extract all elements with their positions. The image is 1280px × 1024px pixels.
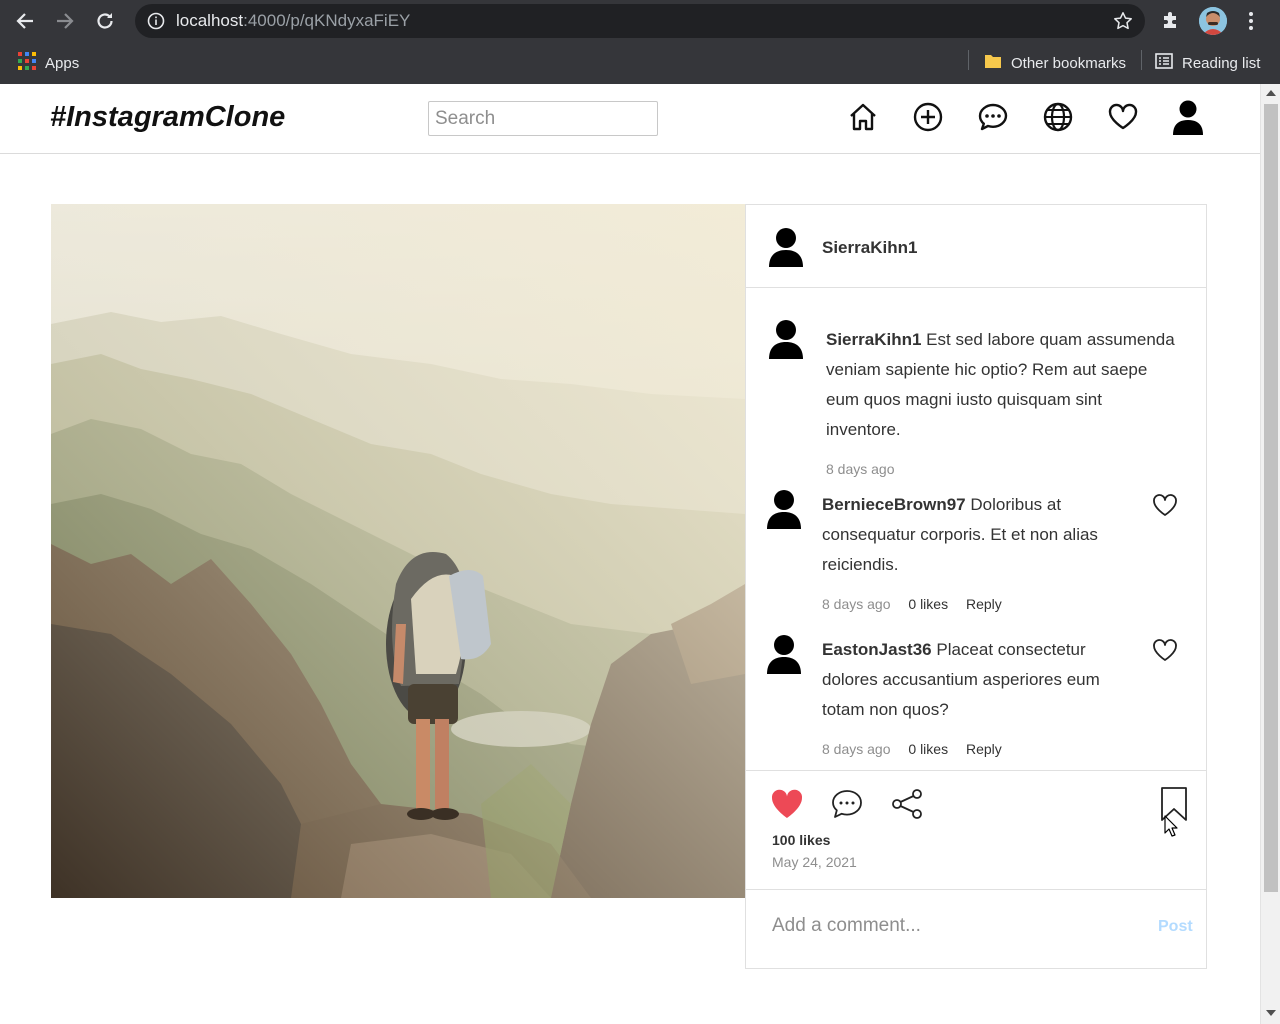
comment-time: 8 days ago (822, 741, 891, 757)
reload-icon[interactable] (92, 8, 118, 34)
profile-avatar[interactable] (1199, 7, 1227, 35)
like-heart-icon[interactable] (769, 787, 805, 821)
comment-username[interactable]: EastonJast36 (822, 640, 932, 659)
caption-meta: 8 days ago (826, 461, 909, 477)
url-path: :4000/p/qKNdyxaFiEY (243, 11, 411, 30)
search-input[interactable] (428, 101, 658, 136)
comment-likes[interactable]: 0 likes (908, 596, 948, 612)
share-icon[interactable] (889, 787, 925, 821)
reading-list-icon (1155, 52, 1173, 74)
scroll-down-arrow-icon[interactable] (1266, 1010, 1276, 1016)
bookmark-reading-list[interactable]: Reading list (1155, 52, 1260, 74)
bookmark-other[interactable]: Other bookmarks (984, 52, 1126, 74)
post-actions: 100 likes May 24, 2021 (746, 770, 1206, 890)
folder-icon (984, 52, 1002, 74)
caption-avatar-icon[interactable] (768, 319, 804, 359)
browser-menu-icon[interactable] (1243, 10, 1259, 36)
add-comment-input[interactable] (772, 915, 1132, 937)
comment-likes[interactable]: 0 likes (908, 741, 948, 757)
add-comment-form: Post (746, 891, 1206, 968)
page-scrollbar[interactable] (1260, 84, 1280, 1024)
profile-icon[interactable] (1171, 100, 1205, 135)
comment-meta: 8 days ago 0 likes Reply (822, 741, 1016, 757)
author-avatar-icon[interactable] (768, 227, 804, 267)
messages-icon[interactable] (976, 100, 1010, 134)
scroll-up-arrow-icon[interactable] (1266, 90, 1276, 96)
comment-text: BernieceBrown97 Doloribus at consequatur… (822, 490, 1132, 580)
apps-grid-icon (18, 52, 36, 74)
likes-count[interactable]: 100 likes (772, 832, 830, 848)
post-date: May 24, 2021 (772, 854, 857, 870)
bookmark-separator (968, 50, 969, 70)
bookmark-apps[interactable]: Apps (18, 52, 79, 74)
forward-arrow-icon[interactable] (52, 8, 78, 34)
address-bar[interactable]: localhost:4000/p/qKNdyxaFiEY (135, 4, 1145, 38)
scrollbar-thumb[interactable] (1264, 104, 1278, 892)
url-text: localhost:4000/p/qKNdyxaFiEY (176, 11, 410, 31)
page-viewport: #InstagramClone Search SierraKihn1 Sierr… (0, 84, 1260, 1024)
bookmark-reading-list-label: Reading list (1182, 54, 1261, 72)
commenter-avatar-icon[interactable] (766, 634, 802, 674)
caption-username[interactable]: SierraKihn1 (826, 330, 921, 349)
activity-heart-icon[interactable] (1106, 100, 1140, 134)
comment-text: EastonJast36 Placeat consectetur dolores… (822, 635, 1132, 725)
explore-globe-icon[interactable] (1041, 100, 1075, 134)
comment-username[interactable]: BernieceBrown97 (822, 495, 966, 514)
comment-bubble-icon[interactable] (829, 787, 865, 821)
app-logo[interactable]: #InstagramClone (50, 101, 285, 134)
comments-list: SierraKihn1 Est sed labore quam assumend… (746, 289, 1206, 769)
url-host: localhost (176, 11, 244, 30)
back-arrow-icon[interactable] (12, 8, 38, 34)
post-header: SierraKihn1 (746, 205, 1206, 288)
caption-text: SierraKihn1 Est sed labore quam assumend… (826, 325, 1181, 445)
extensions-puzzle-icon[interactable] (1160, 9, 1182, 35)
post-author-username[interactable]: SierraKihn1 (822, 238, 917, 258)
comment-time: 8 days ago (822, 596, 891, 612)
site-info-icon[interactable] (147, 12, 165, 34)
comment-reply-link[interactable]: Reply (966, 741, 1002, 757)
bookmark-star-icon[interactable] (1113, 11, 1133, 35)
comment-like-heart-icon[interactable] (1152, 493, 1178, 517)
post-photo[interactable] (51, 204, 745, 898)
add-post-icon[interactable] (911, 100, 945, 134)
bookmark-separator (1141, 50, 1142, 70)
commenter-avatar-icon[interactable] (766, 489, 802, 529)
bookmark-apps-label: Apps (45, 54, 80, 72)
caption-time: 8 days ago (826, 461, 895, 477)
home-icon[interactable] (846, 100, 880, 134)
comment-reply-link[interactable]: Reply (966, 596, 1002, 612)
comment-meta: 8 days ago 0 likes Reply (822, 596, 1016, 612)
post-comment-button[interactable]: Post (1158, 918, 1193, 936)
app-header: #InstagramClone (0, 84, 1260, 154)
comment-like-heart-icon[interactable] (1152, 638, 1178, 662)
bookmark-other-label: Other bookmarks (1011, 54, 1127, 72)
mouse-cursor-icon (1164, 815, 1178, 841)
post-details-panel: SierraKihn1 SierraKihn1 Est sed labore q… (745, 204, 1207, 969)
